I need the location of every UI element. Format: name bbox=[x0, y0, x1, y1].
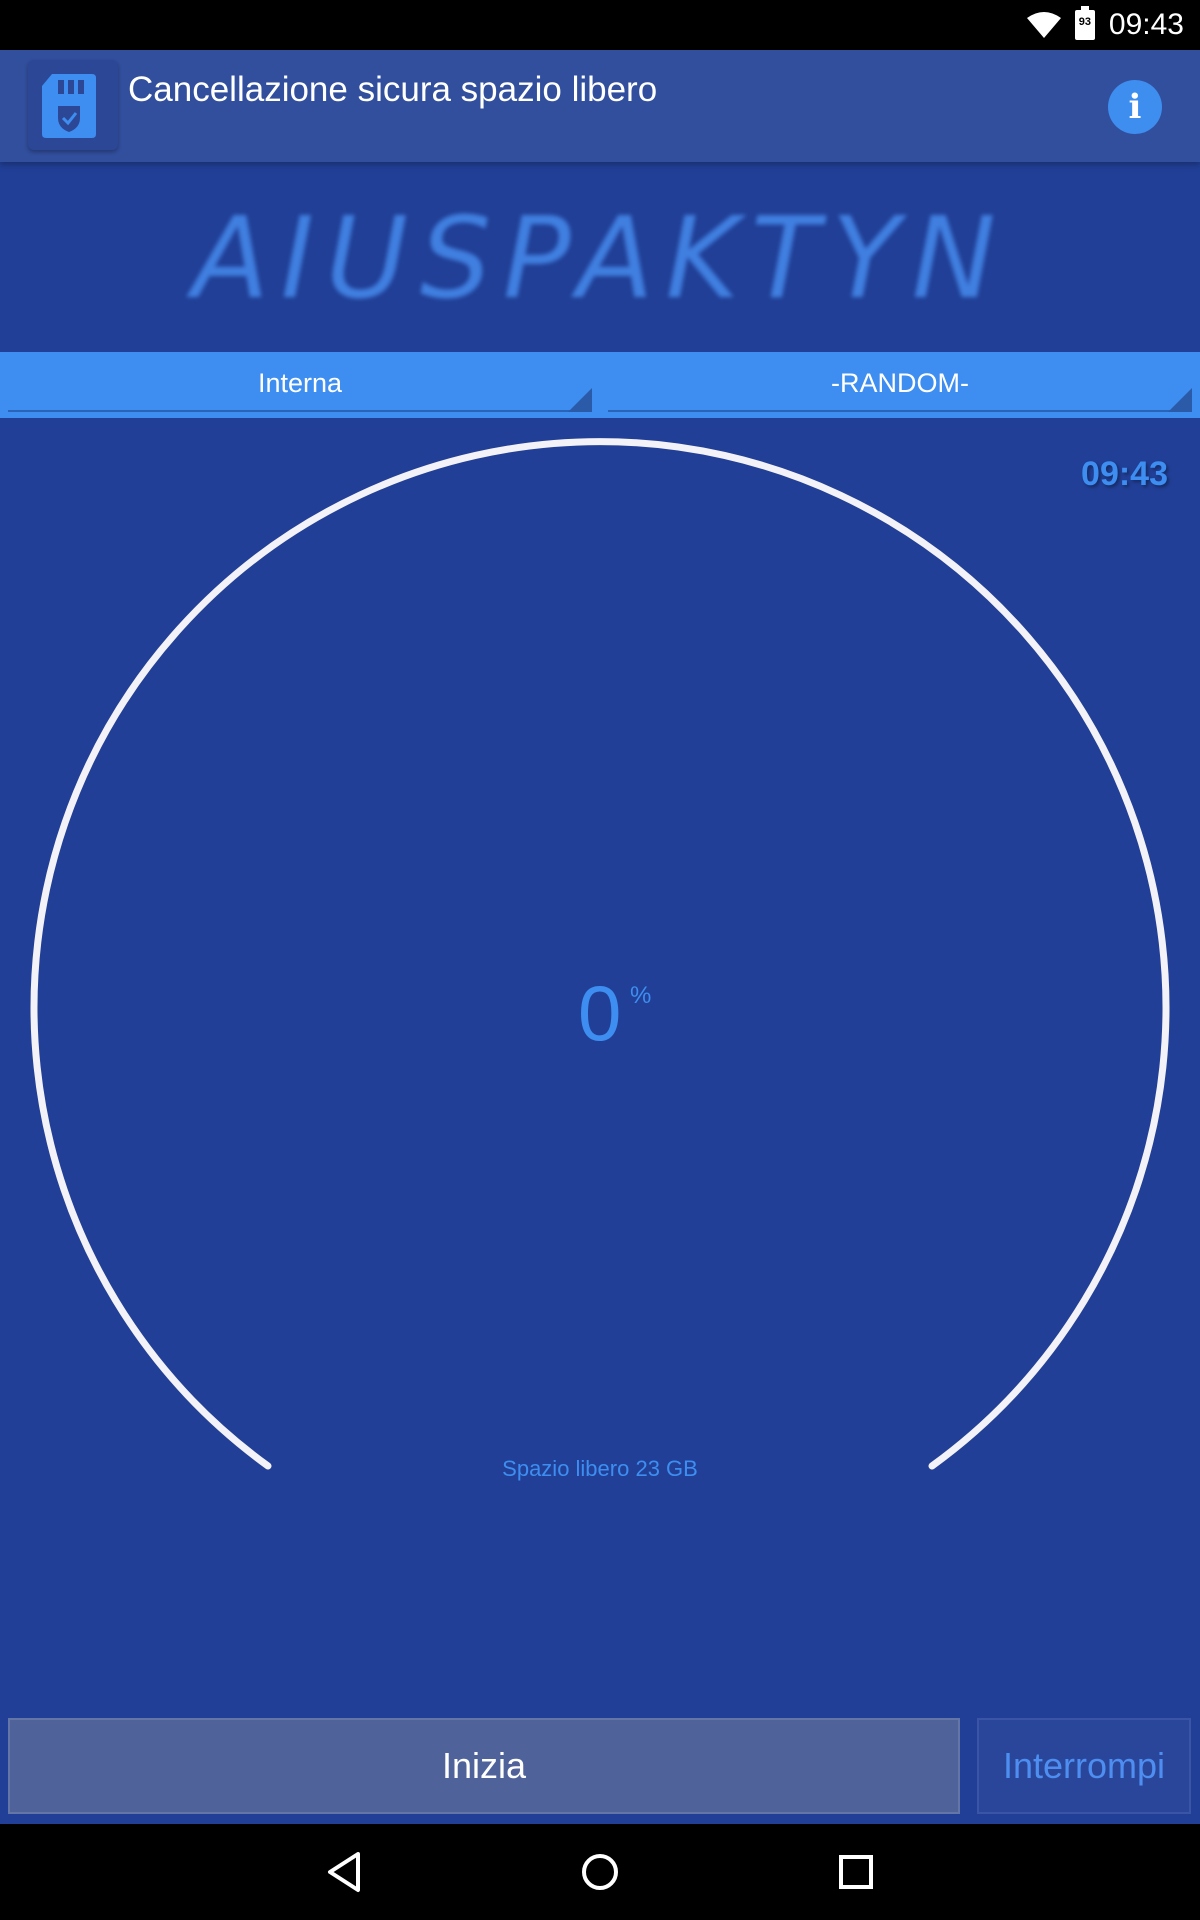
method-spinner[interactable]: -RANDOM- bbox=[608, 352, 1192, 418]
home-icon[interactable] bbox=[570, 1842, 630, 1902]
wifi-icon bbox=[1026, 12, 1061, 38]
storage-spinner[interactable]: Interna bbox=[8, 352, 592, 418]
back-icon[interactable] bbox=[314, 1842, 374, 1902]
stop-button[interactable]: Interrompi bbox=[977, 1718, 1191, 1814]
start-button[interactable]: Inizia bbox=[8, 1718, 960, 1814]
navigation-bar bbox=[0, 1824, 1200, 1920]
method-spinner-value: -RANDOM- bbox=[831, 368, 969, 398]
logo-banner: AIUSPAKTYN bbox=[0, 162, 1200, 352]
status-icons: 93 09:43 bbox=[1026, 0, 1184, 50]
dropdown-corner-icon bbox=[568, 388, 592, 412]
dropdown-corner-icon bbox=[1168, 388, 1192, 412]
status-bar: 93 09:43 bbox=[0, 0, 1200, 50]
app-bar: Cancellazione sicura spazio libero i bbox=[0, 50, 1200, 162]
app-title: Cancellazione sicura spazio libero bbox=[128, 70, 658, 109]
info-button[interactable]: i bbox=[1108, 80, 1162, 134]
storage-spinner-value: Interna bbox=[257, 368, 343, 398]
free-space-label: Spazio libero 23 GB bbox=[502, 1456, 698, 1481]
progress-percent-unit: % bbox=[630, 982, 652, 1009]
battery-level: 93 bbox=[1078, 16, 1092, 28]
spinner-underline bbox=[8, 410, 592, 412]
info-icon: i bbox=[1128, 87, 1142, 127]
recents-icon[interactable] bbox=[826, 1842, 886, 1902]
selector-bar: Interna -RANDOM- bbox=[0, 352, 1200, 418]
gauge-ring bbox=[30, 438, 1170, 1470]
status-time: 09:43 bbox=[1108, 8, 1184, 41]
spinner-underline bbox=[608, 410, 1192, 412]
battery-icon: 93 bbox=[1074, 6, 1095, 40]
logo-text: AIUSPAKTYN bbox=[186, 194, 1007, 324]
progress-percent-value: 0 bbox=[578, 969, 622, 1057]
sd-card-shield-icon bbox=[28, 60, 118, 150]
